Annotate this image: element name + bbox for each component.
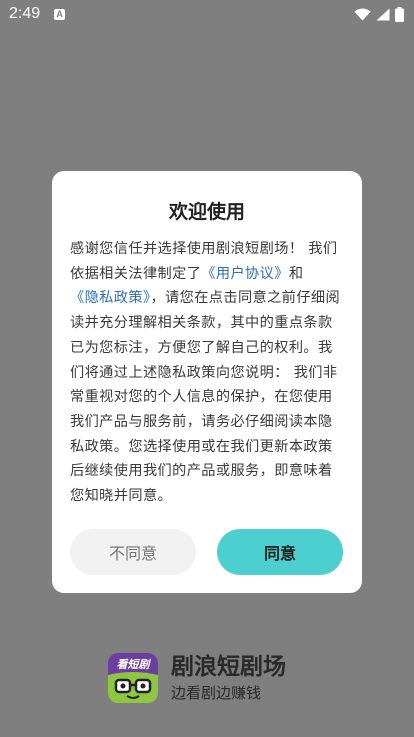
body-text-part2: 和	[288, 265, 304, 282]
cellular-signal-icon	[376, 8, 390, 20]
app-name: 剧浪短剧场	[171, 654, 286, 680]
wifi-icon	[354, 8, 371, 20]
body-text-part3: ，请您在点击同意之前仔细阅读并充分理解相关条款，其中的重点条款已为您标注，方便您…	[70, 290, 341, 505]
brand: 看短剧 剧浪短剧场 边看剧边赚钱	[108, 652, 308, 704]
privacy-dialog: 欢迎使用 感谢您信任并选择使用剧浪短剧场！ 我们依据相关法律制定了《用户协议》和…	[52, 171, 362, 593]
user-agreement-link[interactable]: 《用户协议》	[201, 266, 289, 282]
status-bar: 2:49 A	[0, 0, 414, 28]
agree-button[interactable]: 同意	[217, 529, 343, 575]
privacy-policy-link[interactable]: 《隐私政策》	[70, 290, 150, 306]
app-slogan: 边看剧边赚钱	[171, 684, 262, 702]
status-time: 2:49	[9, 5, 41, 22]
app-logo-icon: 看短剧	[108, 653, 158, 703]
brand-text: 剧浪短剧场 边看剧边赚钱	[171, 653, 286, 703]
status-icons	[354, 6, 404, 22]
logo-text: 看短剧	[117, 658, 152, 671]
battery-icon	[395, 6, 404, 22]
dialog-title: 欢迎使用	[168, 201, 245, 223]
a-badge-icon: A	[54, 8, 66, 20]
disagree-button[interactable]: 不同意	[70, 529, 196, 575]
dialog-body: 感谢您信任并选择使用剧浪短剧场！ 我们依据相关法律制定了《用户协议》和 《隐私政策…	[70, 237, 344, 509]
